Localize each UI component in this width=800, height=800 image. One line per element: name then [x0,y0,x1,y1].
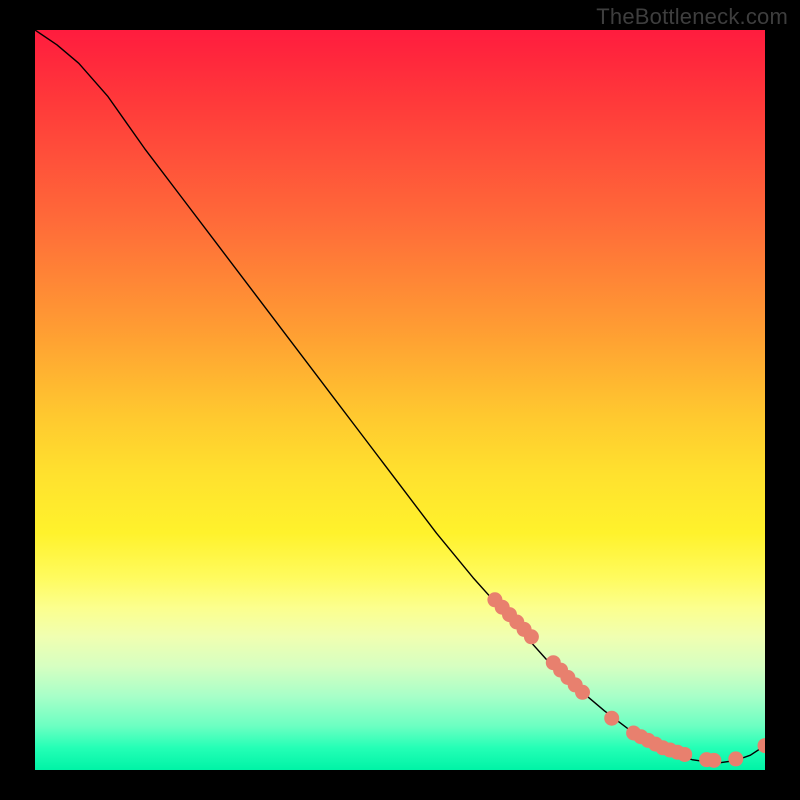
chart-svg [35,30,765,770]
marker-dot [758,738,766,753]
marker-dot [706,753,721,768]
marker-dot [677,747,692,762]
marker-dot [728,751,743,766]
watermark-text: TheBottleneck.com [596,4,788,30]
plot-area [35,30,765,770]
marker-group [487,592,765,768]
marker-dot [524,629,539,644]
marker-dot [604,711,619,726]
chart-stage: TheBottleneck.com [0,0,800,800]
marker-dot [575,685,590,700]
curve-line [35,30,765,763]
